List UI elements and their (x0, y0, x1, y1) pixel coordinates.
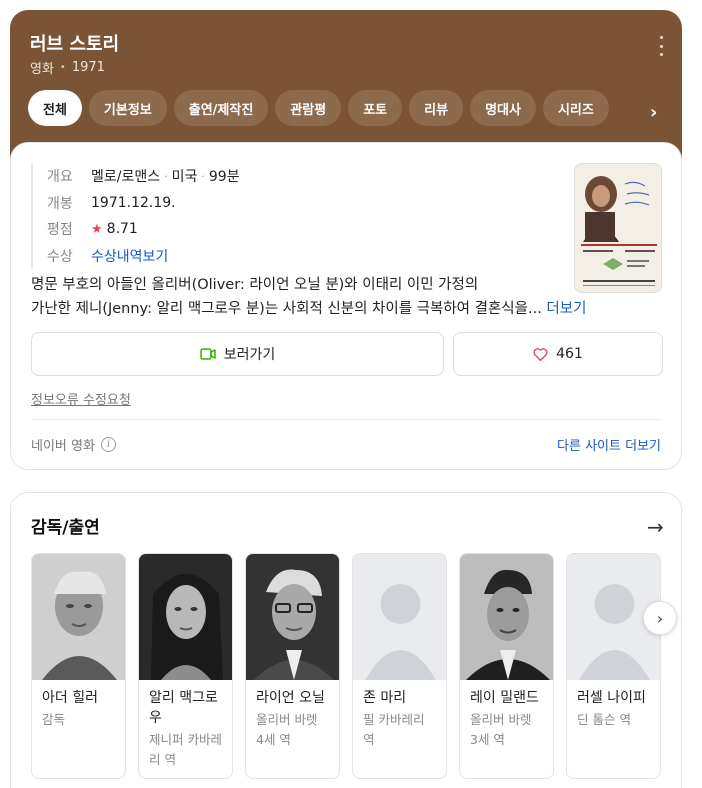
person-photo (460, 554, 553, 680)
chevron-right-icon[interactable]: › (643, 601, 677, 635)
dot-separator: · (164, 169, 168, 183)
like-count: 461 (556, 346, 583, 362)
fact-label: 개봉 (47, 195, 73, 212)
tab-photos[interactable]: 포토 (348, 90, 403, 126)
cast-list: 아더 힐러 감독 알리 맥그로우 제니퍼 카바레리 역 라이언 오닐 올리버 바… (31, 553, 661, 779)
cast-person[interactable]: 알리 맥그로우 제니퍼 카바레리 역 (138, 553, 233, 779)
more-vertical-icon[interactable] (656, 36, 666, 56)
runtime: 99분 (208, 169, 240, 186)
country: 미국 (171, 169, 198, 186)
person-role: 올리버 바렛 3세 역 (470, 712, 532, 747)
info-icon[interactable]: i (100, 437, 116, 452)
person-placeholder-icon (353, 554, 446, 680)
tab-all[interactable]: 전체 (28, 90, 82, 126)
cast-card: 감독/출연 → 아더 힐러 감독 알리 맥그로우 제니퍼 카바레리 역 라이언 … (10, 492, 682, 788)
fact-label: 개요 (47, 169, 73, 186)
watch-label: 보러가기 (223, 347, 276, 363)
tab-reviews[interactable]: 리뷰 (409, 90, 464, 126)
cast-person[interactable]: 아더 힐러 감독 (31, 553, 126, 779)
chevron-right-icon[interactable]: › (650, 102, 657, 123)
person-name: 아더 힐러 (42, 690, 98, 706)
synopsis-text: 가난한 제니(Jenny: 알리 맥그로우 분)는 사회적 신분의 차이를 극복… (31, 301, 542, 317)
person-role: 감독 (42, 712, 66, 727)
dot-separator: • (59, 62, 66, 73)
movie-subtitle: 영화 • 1971 (30, 58, 105, 77)
person-role: 필 카바레리 역 (363, 712, 425, 747)
awards-link[interactable]: 수상내역보기 (91, 246, 168, 266)
person-role: 딘 톰슨 역 (577, 712, 631, 727)
movie-title: 러브 스토리 (30, 34, 120, 55)
person-photo (246, 554, 339, 680)
like-button[interactable]: 461 (453, 332, 663, 376)
person-name: 라이언 오닐 (256, 690, 325, 706)
fact-release: 개봉 1971.12.19. (47, 190, 240, 217)
movie-year: 1971 (71, 60, 105, 75)
watch-button[interactable]: 보러가기 (31, 332, 444, 376)
person-name: 레이 밀랜드 (470, 690, 539, 706)
movie-info-card: 개요 멜로/로맨스 · 미국 · 99분 개봉 1971.12.19. 평점 ★… (10, 142, 682, 470)
person-name: 러셀 나이피 (577, 690, 646, 706)
fact-rating: 평점 ★ 8.71 (47, 216, 240, 243)
divider (31, 419, 662, 420)
tab-reviews-audience[interactable]: 관람평 (275, 90, 342, 126)
person-photo (139, 554, 232, 680)
cast-person[interactable]: 레이 밀랜드 올리버 바렛 3세 역 (459, 553, 554, 779)
person-photo (32, 554, 125, 680)
fact-awards: 수상 수상내역보기 (47, 243, 240, 270)
video-camera-icon (199, 348, 216, 360)
person-role: 제니퍼 카바레리 역 (149, 732, 222, 767)
cast-person[interactable]: 라이언 오닐 올리버 바렛 4세 역 (245, 553, 340, 779)
star-icon: ★ (91, 221, 103, 237)
person-name: 존 마리 (363, 690, 407, 706)
rating-value: 8.71 (106, 221, 138, 238)
cast-person[interactable]: 존 마리 필 카바레리 역 (352, 553, 447, 779)
tab-quotes[interactable]: 명대사 (470, 90, 536, 126)
arrow-right-icon[interactable]: → (647, 515, 664, 539)
movie-facts: 개요 멜로/로맨스 · 미국 · 99분 개봉 1971.12.19. 평점 ★… (31, 163, 240, 269)
heart-icon (533, 347, 548, 361)
fact-value: ★ 8.71 (91, 221, 138, 237)
fact-label: 수상 (47, 248, 73, 265)
fact-label: 평점 (47, 222, 73, 239)
more-link[interactable]: 더보기 (546, 301, 586, 317)
synopsis: 명문 부호의 아들인 올리버(Oliver: 라이언 오닐 분)와 이태리 이민… (31, 273, 671, 321)
genre: 멜로/로맨스 (91, 169, 161, 186)
tab-basic-info[interactable]: 기본정보 (88, 90, 167, 126)
cast-title: 감독/출연 (31, 518, 100, 538)
dot-separator: · (201, 169, 205, 183)
tab-cast-crew[interactable]: 출연/제작진 (173, 90, 269, 126)
fact-overview: 개요 멜로/로맨스 · 미국 · 99분 (47, 163, 240, 190)
source-label: 네이버 영화 (31, 439, 95, 454)
fact-value: 멜로/로맨스 · 미국 · 99분 (91, 166, 240, 186)
synopsis-line: 명문 부호의 아들인 올리버(Oliver: 라이언 오닐 분)와 이태리 이민… (31, 277, 479, 293)
other-sites-link[interactable]: 다른 사이트 더보기 (557, 435, 661, 454)
report-error-link[interactable]: 정보오류 수정요청 (31, 389, 131, 408)
movie-type: 영화 (30, 62, 54, 77)
tab-bar: 전체 기본정보 출연/제작진 관람평 포토 리뷰 명대사 시리즈 (28, 90, 609, 126)
tab-series[interactable]: 시리즈 (542, 90, 609, 126)
synopsis-line: 가난한 제니(Jenny: 알리 맥그로우 분)는 사회적 신분의 차이를 극복… (31, 297, 671, 321)
cast-person[interactable]: 러셀 나이피 딘 톰슨 역 (566, 553, 661, 779)
person-name: 알리 맥그로우 (149, 690, 218, 726)
source: 네이버 영화 i (31, 435, 116, 454)
person-role: 올리버 바렛 4세 역 (256, 712, 318, 747)
release-date: 1971.12.19. (91, 194, 176, 211)
